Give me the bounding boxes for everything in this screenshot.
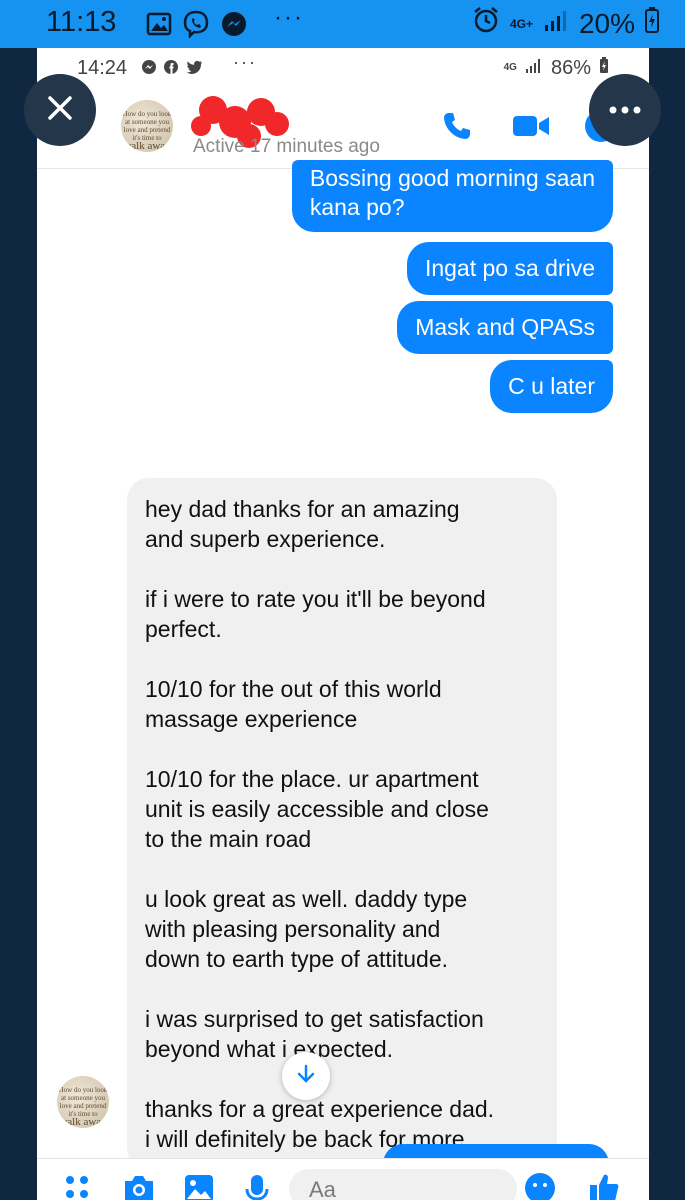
video-call-icon[interactable] <box>511 110 551 147</box>
facebook-small-icon <box>163 58 179 81</box>
avatar-quote-title: walk away <box>123 140 171 152</box>
more-dots-icon <box>609 101 641 119</box>
like-thumb-icon[interactable] <box>587 1171 621 1200</box>
scroll-to-bottom-button[interactable] <box>282 1052 330 1100</box>
message-input-placeholder: Aa <box>309 1177 336 1200</box>
active-status: Active 17 minutes ago <box>193 136 380 157</box>
outgoing-message[interactable]: Ingat po sa drive <box>406 242 613 295</box>
outer-clock: 11:13 <box>46 6 117 38</box>
avatar-quote: How do you look at someone you love and … <box>122 110 172 142</box>
messenger-small-icon <box>141 58 157 81</box>
inner-more-notifications: ··· <box>233 52 257 72</box>
outgoing-message[interactable]: Mask and QPASs <box>397 301 613 354</box>
gallery-icon <box>146 12 172 41</box>
inner-battery-icon <box>599 56 609 80</box>
menu-dots-icon[interactable] <box>63 1173 93 1200</box>
viber-icon <box>182 10 210 43</box>
message-composer: Aa <box>37 1158 649 1200</box>
sender-avatar-quote: How do you look at someone you love and … <box>58 1086 108 1118</box>
phone-call-icon[interactable] <box>441 110 473 147</box>
inner-network-label: 4G <box>503 62 517 73</box>
inner-clock: 14:24 <box>77 57 128 79</box>
outer-status-bar: 11:13 ··· 4G+ 20% <box>0 0 685 48</box>
message-list[interactable]: Bossing good morning saan kana po? Ingat… <box>37 160 649 1170</box>
more-options-button[interactable] <box>589 74 661 146</box>
gallery-picker-icon[interactable] <box>183 1173 215 1200</box>
arrow-down-icon <box>295 1063 317 1090</box>
battery-charging-icon <box>645 6 659 41</box>
alarm-icon <box>472 6 500 41</box>
emoji-icon[interactable] <box>523 1171 557 1200</box>
sender-avatar[interactable]: How do you look at someone you love and … <box>57 1076 109 1128</box>
outer-more-notifications: ··· <box>274 4 304 31</box>
microphone-icon[interactable] <box>245 1173 269 1200</box>
twitter-small-icon <box>185 58 203 81</box>
sender-avatar-quote-title: walk away <box>59 1116 107 1128</box>
inner-signal-icon <box>525 57 543 80</box>
outgoing-message[interactable]: C u later <box>490 360 613 413</box>
incoming-message[interactable]: hey dad thanks for an amazing and superb… <box>127 478 557 1170</box>
messenger-screenshot: 14:24 ··· 4G 86% How do you look at some… <box>37 48 649 1200</box>
outer-battery-percent: 20% <box>578 7 635 39</box>
camera-icon[interactable] <box>121 1173 157 1200</box>
outgoing-message[interactable]: Bossing good morning saan kana po? <box>291 160 613 232</box>
outer-network-label: 4G+ <box>509 16 533 31</box>
close-icon <box>46 94 74 127</box>
messenger-icon <box>220 10 248 43</box>
close-button[interactable] <box>24 74 96 146</box>
message-input[interactable]: Aa <box>289 1169 517 1200</box>
inner-battery-percent: 86% <box>550 56 591 79</box>
inner-status-bar: 14:24 ··· 4G 86% <box>37 48 649 88</box>
contact-avatar[interactable]: How do you look at someone you love and … <box>121 100 173 152</box>
chat-header: How do you look at someone you love and … <box>37 88 649 169</box>
signal-icon <box>543 8 569 40</box>
